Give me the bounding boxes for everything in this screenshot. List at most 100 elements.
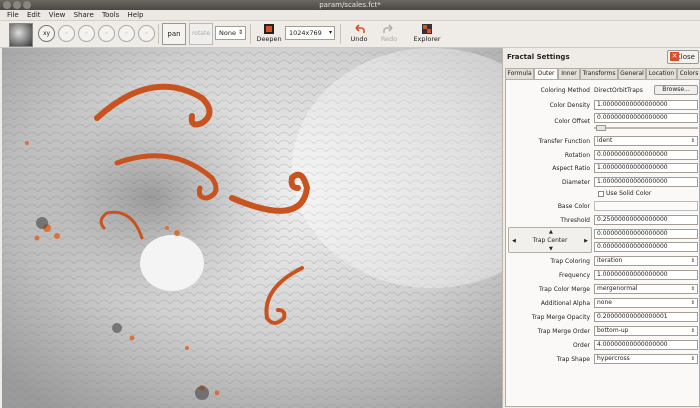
- threshold-field[interactable]: 0.25000000000000000: [594, 215, 698, 225]
- undo-icon: [355, 24, 365, 33]
- diameter-field[interactable]: 1.00000000000000000: [594, 177, 698, 187]
- tab-inner[interactable]: Inner: [558, 68, 580, 79]
- spin-arrows-icon: ⇕: [690, 356, 695, 362]
- aspect-ratio-field[interactable]: 1.00000000000000000: [594, 163, 698, 173]
- explorer-button[interactable]: Explorer: [410, 23, 444, 43]
- trap-merge-order-label: Trap Merge Order: [537, 328, 590, 335]
- browse-button[interactable]: Browse...: [654, 85, 698, 95]
- tab-location[interactable]: Location: [646, 68, 677, 79]
- redo-button[interactable]: Redo: [372, 23, 406, 43]
- trap-coloring-label: Trap Coloring: [550, 258, 590, 265]
- transfer-function-select[interactable]: ident ⇕: [594, 136, 698, 146]
- rotation-label: Rotation: [564, 152, 590, 159]
- order-field[interactable]: 4.00000000000000000: [594, 340, 698, 350]
- toolbar-separator: [158, 24, 159, 44]
- base-color-label: Base Color: [557, 203, 590, 210]
- aspect-ratio-label: Aspect Ratio: [552, 165, 590, 172]
- explorer-label: Explorer: [413, 35, 441, 43]
- trap-color-merge-select[interactable]: mergenormal ⇕: [594, 284, 698, 294]
- trap-shape-label: Trap Shape: [556, 356, 590, 363]
- rotate-button[interactable]: rotate: [189, 23, 213, 45]
- filter-select[interactable]: None ⇕: [215, 26, 246, 40]
- trap-center-x-field[interactable]: 0.00000000000000000: [594, 229, 698, 239]
- menu-view[interactable]: View: [46, 10, 69, 20]
- window-title: param/scales.fct*: [319, 1, 381, 9]
- fractal-canvas[interactable]: [2, 48, 502, 408]
- menu-share[interactable]: Share: [71, 10, 97, 20]
- settings-tabs: Formula Outer Inner Transforms General L…: [505, 68, 700, 80]
- pan-button[interactable]: pan: [162, 23, 186, 45]
- color-offset-slider[interactable]: [594, 125, 698, 131]
- pan-label: pan: [167, 30, 181, 38]
- menu-bar: File Edit View Share Tools Help: [0, 10, 700, 21]
- deepen-button[interactable]: Deepen: [252, 23, 286, 43]
- rotate-label: rotate: [191, 30, 211, 37]
- trap-shape-select[interactable]: hypercross ⇕: [594, 354, 698, 364]
- frequency-label: Frequency: [559, 272, 590, 279]
- spin-arrows-icon: ⇕: [237, 29, 243, 36]
- trap-center-y-field[interactable]: 0.00000000000000000: [594, 242, 698, 252]
- arrow-up-icon[interactable]: ▲: [549, 229, 553, 235]
- deepen-label: Deepen: [256, 35, 282, 43]
- coloring-method-value: DirectOrbitTraps: [594, 87, 643, 94]
- undo-button[interactable]: Undo: [342, 23, 376, 43]
- additional-alpha-value: none: [597, 299, 612, 306]
- transfer-function-value: ident: [597, 137, 613, 144]
- trap-color-merge-label: Trap Color Merge: [539, 286, 590, 293]
- mode-button-6[interactable]: ◦: [138, 25, 155, 42]
- transfer-function-label: Transfer Function: [538, 138, 590, 145]
- trap-center-control[interactable]: ▲ ◀ Trap Center ▶ ▼: [508, 227, 592, 253]
- redo-icon: [383, 24, 393, 33]
- panel-title: Fractal Settings: [507, 53, 570, 61]
- mode-button-3[interactable]: ◦: [78, 25, 95, 42]
- mode-button-4[interactable]: ◦: [98, 25, 115, 42]
- slider-track: [594, 127, 698, 129]
- trap-shape-value: hypercross: [597, 355, 630, 362]
- tab-formula[interactable]: Formula: [505, 68, 534, 79]
- trap-coloring-value: iteration: [597, 257, 623, 264]
- fractal-thumbnail[interactable]: [9, 23, 33, 47]
- additional-alpha-select[interactable]: none ⇕: [594, 298, 698, 308]
- color-density-field[interactable]: 1.00000000000000000: [594, 100, 698, 110]
- dropdown-arrow-icon: ▾: [328, 29, 332, 36]
- menu-tools[interactable]: Tools: [99, 10, 122, 20]
- xy-mode-button[interactable]: xy: [38, 25, 55, 42]
- slider-handle[interactable]: [596, 125, 606, 131]
- rotation-field[interactable]: 0.00000000000000000: [594, 150, 698, 160]
- tab-colors[interactable]: Colors: [677, 68, 700, 79]
- menu-help[interactable]: Help: [125, 10, 147, 20]
- redo-label: Redo: [380, 35, 398, 43]
- deepen-icon: [264, 24, 274, 34]
- close-button[interactable]: ✕ Close: [667, 50, 699, 64]
- tab-transforms[interactable]: Transforms: [580, 68, 618, 79]
- spin-arrows-icon: ⇕: [690, 300, 695, 306]
- window-titlebar: param/scales.fct*: [0, 0, 700, 10]
- frequency-field[interactable]: 1.00000000000000000: [594, 270, 698, 280]
- image-size-select[interactable]: 1024x769 ▾: [285, 26, 335, 40]
- trap-merge-order-value: bottom-up: [597, 327, 629, 334]
- menu-file[interactable]: File: [4, 10, 22, 20]
- trap-merge-order-select[interactable]: bottom-up ⇕: [594, 326, 698, 336]
- color-offset-label: Color Offset: [554, 118, 590, 125]
- menu-edit[interactable]: Edit: [24, 10, 44, 20]
- undo-label: Undo: [350, 35, 368, 43]
- diameter-label: Diameter: [561, 179, 590, 186]
- mode-button-5[interactable]: ◦: [118, 25, 135, 42]
- trap-merge-opacity-label: Trap Merge Opacity: [531, 314, 590, 321]
- spin-arrows-icon: ⇕: [690, 138, 695, 144]
- trap-merge-opacity-field[interactable]: 0.20000000000000001: [594, 312, 698, 322]
- use-solid-color-checkbox[interactable]: [598, 191, 604, 197]
- use-solid-color-label: Use Solid Color: [606, 190, 652, 197]
- fractal-image: [2, 48, 502, 408]
- tab-general[interactable]: General: [618, 68, 646, 79]
- color-offset-field[interactable]: 0.00000000000000000: [594, 113, 698, 123]
- coloring-method-label: Coloring Method: [540, 87, 590, 94]
- toolbar-separator: [340, 24, 341, 44]
- spin-arrows-icon: ⇕: [690, 328, 695, 334]
- arrow-right-icon[interactable]: ▶: [584, 238, 588, 244]
- trap-coloring-select[interactable]: iteration ⇕: [594, 256, 698, 266]
- arrow-down-icon[interactable]: ▼: [549, 246, 553, 252]
- base-color-swatch[interactable]: [594, 201, 698, 211]
- order-label: Order: [572, 342, 590, 349]
- mode-button-2[interactable]: ◦: [58, 25, 75, 42]
